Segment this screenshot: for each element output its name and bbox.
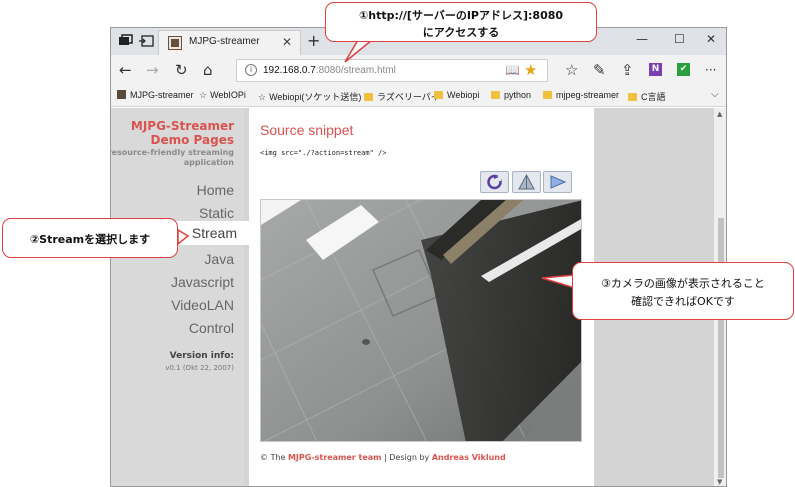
callout-access-url-line1: ①http://[サーバーのIPアドレス]:8080 — [358, 9, 564, 22]
tagline: a resource-friendly streaming — [110, 148, 234, 157]
maximize-button[interactable]: ☐ — [674, 32, 685, 46]
page-title: Source snippet — [260, 122, 354, 138]
sidebar: MJPG-Streamer Demo Pages a resource-frie… — [110, 108, 244, 486]
favorite-webiopi-socket[interactable]: ☆ Webiopi(ソケット送信) — [258, 90, 361, 103]
more-menu-icon[interactable]: ··· — [705, 62, 716, 78]
folder-icon — [491, 91, 500, 99]
favorites-hub-icon[interactable]: ☆ — [565, 62, 578, 78]
web-note-icon[interactable]: ✎ — [593, 62, 606, 78]
callout-select-stream-text: ②Streamを選択します — [29, 233, 151, 246]
tab-manager-icon[interactable] — [117, 33, 135, 49]
favorite-folder-mjpeg-streamer[interactable]: mjpeg-streamer — [543, 90, 619, 100]
favorite-folder-webiopi[interactable]: Webiopi — [434, 90, 479, 100]
back-icon[interactable]: ← — [119, 62, 132, 78]
favorite-star-icon[interactable]: ★ — [524, 61, 537, 79]
code-snippet: <img src="./?action=stream" /> — [260, 149, 387, 157]
url-path: :8080/stream.html — [315, 65, 396, 76]
refresh-icon[interactable]: ↻ — [175, 62, 188, 78]
nav-static[interactable]: Static — [199, 205, 234, 221]
address-bar[interactable]: i 192.168.0.7:8080/stream.html 📖 ★ — [236, 59, 548, 82]
site-favicon-icon — [168, 36, 182, 50]
home-icon[interactable]: ⌂ — [203, 62, 213, 78]
nav-javascript[interactable]: Javascript — [171, 274, 234, 290]
site-icon — [117, 90, 126, 99]
scroll-up-icon[interactable]: ▲ — [717, 110, 722, 118]
favorite-folder-python[interactable]: python — [491, 90, 531, 100]
reading-view-icon[interactable]: 📖 — [505, 63, 520, 77]
favorites-bar: MJPG-streamer ☆ WebIOPi ☆ Webiopi(ソケット送信) … — [111, 87, 726, 107]
star-icon: ☆ — [258, 92, 267, 102]
rotate-icon — [487, 174, 502, 190]
callout-camera-ok-line1: ③カメラの画像が表示されること — [601, 277, 765, 290]
callout-access-url-line2: にアクセスする — [422, 26, 500, 39]
nav-videolan[interactable]: VideoLAN — [171, 297, 234, 313]
callout-select-stream: ②Streamを選択します — [2, 218, 178, 258]
nav-stream[interactable]: Stream — [175, 221, 251, 245]
close-button[interactable]: ✕ — [706, 32, 716, 46]
favorite-folder-c-language[interactable]: C言語 — [628, 90, 666, 103]
screenshot: MJPG-streamer ✕ + ⌵ — ☐ ✕ ← → ↻ ⌂ i 192.… — [0, 0, 795, 487]
info-icon[interactable]: i — [245, 64, 257, 76]
nav-control[interactable]: Control — [189, 320, 234, 336]
navigation-bar: ← → ↻ ⌂ i 192.168.0.7:8080/stream.html 📖… — [111, 55, 726, 87]
version-text: v0.1 (Okt 22, 2007) — [165, 364, 234, 372]
callout-access-url: ①http://[サーバーのIPアドレス]:8080 にアクセスする — [325, 2, 597, 42]
pyramid-icon — [518, 173, 535, 190]
page-footer: © The MJPG-streamer team | Design by And… — [260, 453, 506, 462]
play-icon — [550, 175, 567, 189]
minimize-button[interactable]: — — [636, 32, 648, 46]
callout-camera-ok-line2: 確認できればOKです — [631, 295, 735, 308]
brand-title: MJPG-Streamer — [130, 119, 234, 133]
folder-icon — [628, 93, 637, 101]
share-icon[interactable]: ⇪ — [621, 62, 634, 78]
tagline-continued: application — [183, 158, 234, 167]
footer-team-link[interactable]: MJPG-streamer team — [288, 453, 382, 462]
new-tab-button[interactable]: + — [307, 31, 320, 50]
favorite-mjpg-streamer[interactable]: MJPG-streamer — [117, 90, 194, 100]
tab-mjpg-streamer[interactable]: MJPG-streamer ✕ — [158, 30, 301, 55]
version-title: Version info: — [169, 351, 234, 361]
favorite-webiopi[interactable]: ☆ WebIOPi — [199, 90, 246, 101]
nav-stream-label: Stream — [191, 225, 237, 241]
url-host: 192.168.0.7 — [263, 65, 316, 76]
camera-stream-image — [260, 199, 582, 442]
forward-icon[interactable]: → — [146, 62, 159, 78]
url-text[interactable]: 192.168.0.7:8080/stream.html — [263, 65, 396, 76]
rotate-tool-button[interactable] — [480, 171, 509, 193]
set-aside-tabs-icon[interactable] — [138, 33, 156, 49]
main-content: Source snippet <img src="./?action=strea… — [249, 108, 594, 486]
scroll-thumb[interactable] — [718, 218, 724, 478]
nav-java[interactable]: Java — [204, 251, 234, 267]
nav-home[interactable]: Home — [197, 182, 234, 198]
scroll-down-icon[interactable]: ▼ — [717, 478, 722, 486]
callout-camera-ok: ③カメラの画像が表示されること 確認できればOKです — [572, 262, 794, 320]
tab-title: MJPG-streamer — [189, 36, 260, 47]
brand-subtitle: Demo Pages — [150, 133, 234, 147]
extension-check-icon[interactable]: ✔ — [677, 63, 690, 76]
tab-close-icon[interactable]: ✕ — [282, 35, 292, 49]
folder-icon — [364, 93, 373, 101]
favorite-folder-raspberry-pi[interactable]: ラズベリーパイ — [364, 90, 440, 103]
star-icon: ☆ — [199, 90, 208, 100]
play-tool-button[interactable] — [543, 171, 572, 193]
favorites-more-icon[interactable]: ⌵ — [711, 89, 719, 100]
folder-icon — [434, 91, 443, 99]
browser-window: MJPG-streamer ✕ + ⌵ — ☐ ✕ ← → ↻ ⌂ i 192.… — [110, 27, 727, 487]
folder-icon — [543, 91, 552, 99]
pyramid-tool-button[interactable] — [512, 171, 541, 193]
footer-designer-link[interactable]: Andreas Viklund — [432, 453, 506, 462]
onenote-extension-icon[interactable]: N — [649, 63, 662, 76]
